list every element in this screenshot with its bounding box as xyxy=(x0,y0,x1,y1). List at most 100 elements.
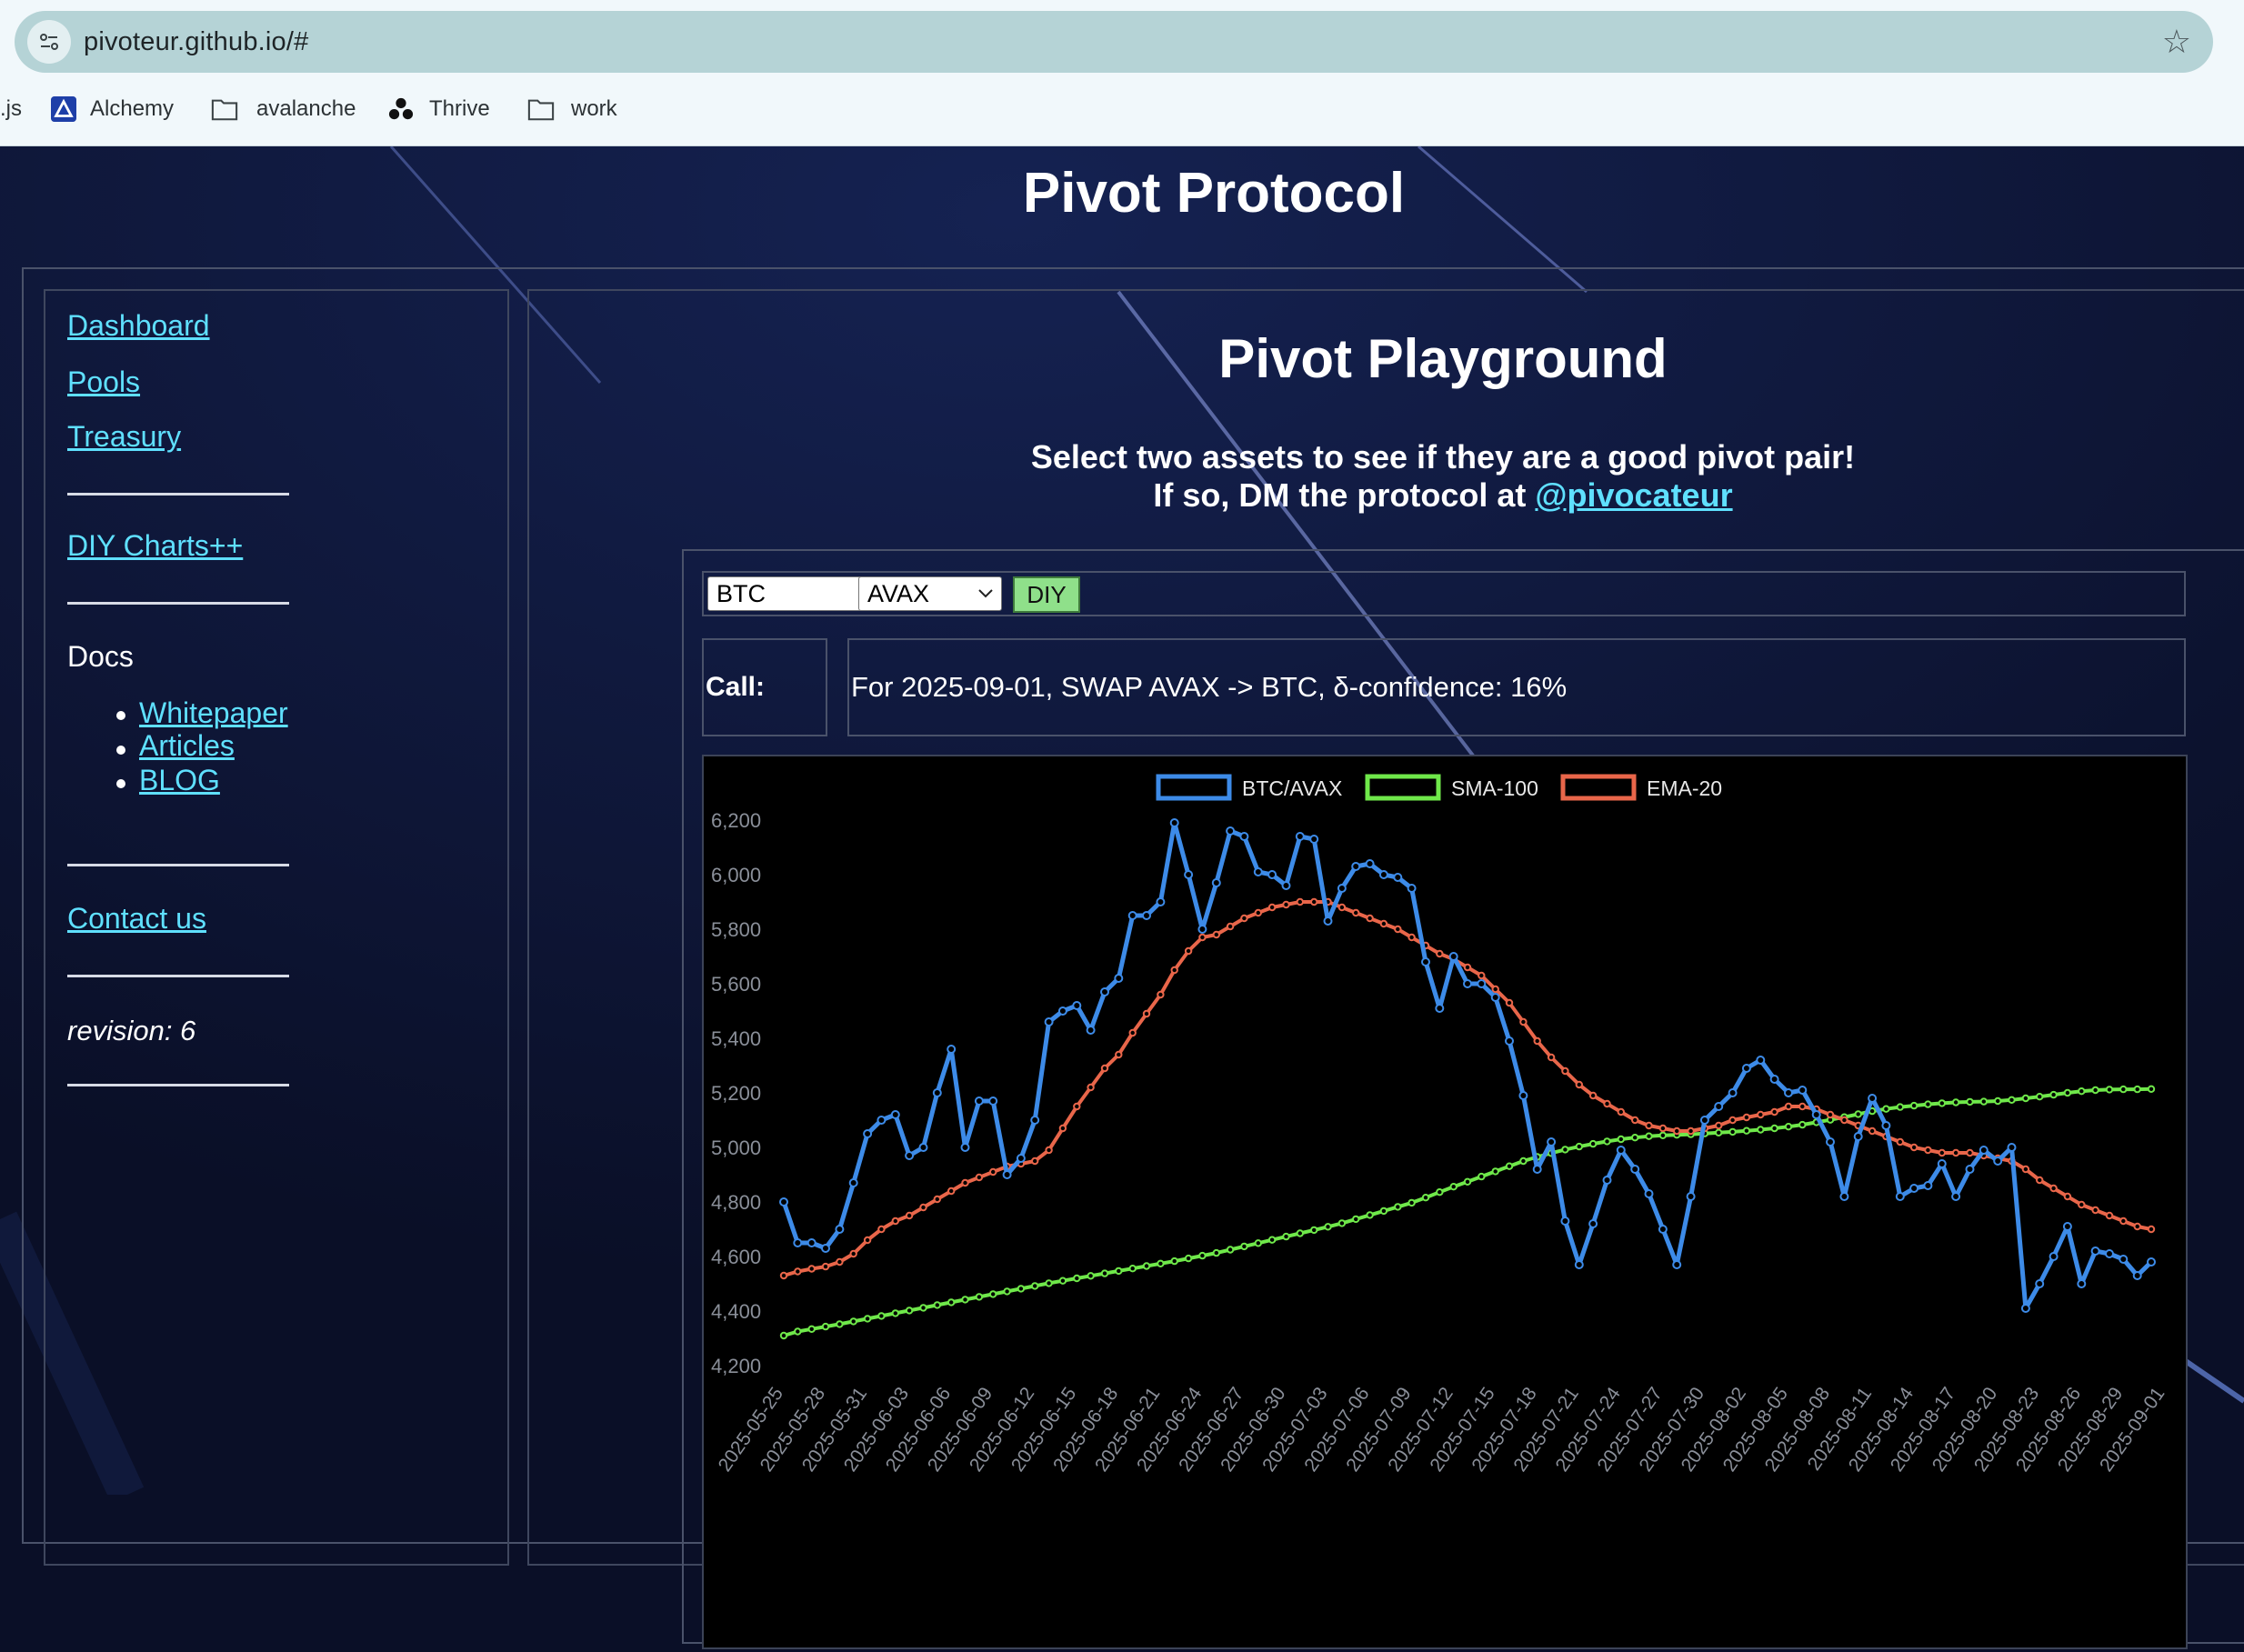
data-point xyxy=(1699,1116,1709,1125)
data-point xyxy=(863,1129,873,1138)
nav-link-contact[interactable]: Contact us xyxy=(67,902,206,936)
data-point xyxy=(2132,1271,2142,1280)
data-point xyxy=(1882,1105,1890,1113)
data-point xyxy=(1421,1194,1430,1202)
data-point xyxy=(794,1267,802,1276)
data-point xyxy=(2021,1094,2030,1103)
data-point xyxy=(877,1312,886,1320)
data-point xyxy=(905,1211,914,1220)
data-point xyxy=(932,1088,942,1097)
data-point xyxy=(1784,1088,1793,1097)
data-point xyxy=(1966,1148,1974,1157)
folder-icon xyxy=(211,99,238,121)
data-point xyxy=(1309,835,1319,844)
data-point xyxy=(2007,1143,2017,1152)
y-tick-label: 5,600 xyxy=(711,973,761,996)
data-point xyxy=(961,1178,969,1187)
data-point xyxy=(1616,1146,1626,1155)
data-point xyxy=(1393,873,1403,882)
data-point xyxy=(1687,1126,1695,1136)
data-point xyxy=(2063,1088,2072,1097)
data-point xyxy=(1408,933,1416,942)
data-point xyxy=(1728,1088,1738,1097)
data-point xyxy=(1575,1080,1583,1089)
data-point xyxy=(947,1186,956,1196)
data-point xyxy=(1909,1143,1918,1152)
data-point xyxy=(807,1325,816,1333)
data-point xyxy=(807,1265,816,1273)
data-point xyxy=(849,1317,857,1326)
series-line-ema-20 xyxy=(783,900,2152,1277)
data-point xyxy=(1436,1188,1444,1196)
data-point xyxy=(1715,1121,1723,1130)
twitter-handle-link[interactable]: @pivocateur xyxy=(1535,476,1732,514)
data-point xyxy=(918,1143,928,1152)
asset-a-value: BTC xyxy=(716,580,766,607)
data-point xyxy=(2021,1165,2030,1174)
site-settings-icon[interactable] xyxy=(27,20,71,64)
playground-dm-line: If so, DM the protocol at @pivocateur xyxy=(529,476,2244,515)
data-point xyxy=(2063,1192,2072,1201)
data-point xyxy=(1505,998,1514,1007)
data-point xyxy=(877,1116,887,1125)
data-point xyxy=(1533,1036,1541,1046)
data-point xyxy=(1002,1170,1012,1179)
address-bar[interactable]: pivoteur.github.io/# ☆ xyxy=(15,11,2213,73)
data-point xyxy=(1114,974,1124,983)
data-point xyxy=(1086,1026,1096,1035)
data-point xyxy=(1337,1219,1347,1227)
doc-link-blog[interactable]: BLOG xyxy=(139,764,220,797)
data-point xyxy=(1378,870,1388,879)
data-point xyxy=(1044,1017,1054,1026)
bookmark-label: Thrive xyxy=(429,96,490,121)
data-point xyxy=(2049,1252,2059,1261)
data-point xyxy=(821,1322,830,1331)
data-point xyxy=(1282,900,1290,909)
data-point xyxy=(1267,870,1277,879)
data-point xyxy=(1436,949,1444,958)
data-point xyxy=(821,1262,830,1271)
diy-button[interactable]: DIY xyxy=(1013,576,1080,613)
list-bullet xyxy=(116,746,125,755)
asset-b-value: AVAX xyxy=(867,580,930,607)
data-point xyxy=(1561,1146,1569,1154)
data-point xyxy=(1602,1176,1612,1185)
data-point xyxy=(793,1238,803,1247)
y-tick-label: 5,800 xyxy=(711,918,761,941)
asset-b-select[interactable]: AVAX xyxy=(858,576,1002,611)
y-tick-label: 4,200 xyxy=(711,1355,761,1377)
data-point xyxy=(1157,1259,1165,1267)
url-text[interactable]: pivoteur.github.io/# xyxy=(84,11,308,73)
data-point xyxy=(2105,1086,2114,1094)
nav-link-dashboard[interactable]: Dashboard xyxy=(67,309,210,343)
data-point xyxy=(1672,1260,1682,1269)
data-point xyxy=(1212,1248,1220,1257)
data-point xyxy=(1478,971,1486,980)
nav-link-diy-charts[interactable]: DIY Charts++ xyxy=(67,529,243,563)
data-point xyxy=(863,1236,872,1245)
data-point xyxy=(2105,1249,2114,1258)
data-point xyxy=(1588,1139,1598,1148)
data-point xyxy=(1254,908,1262,917)
data-point xyxy=(1617,1107,1625,1116)
series-line-sma-100 xyxy=(783,1086,2152,1337)
data-point xyxy=(1993,1156,2003,1166)
data-point xyxy=(1100,1064,1109,1073)
docs-heading: Docs xyxy=(67,640,134,673)
data-point xyxy=(1868,1126,1877,1136)
data-point xyxy=(1937,1159,1947,1168)
data-point xyxy=(1226,826,1236,836)
nav-link-pools[interactable]: Pools xyxy=(67,365,140,399)
data-point xyxy=(1408,1198,1416,1207)
data-point xyxy=(1519,1017,1528,1026)
bookmark-star-icon[interactable]: ☆ xyxy=(2162,22,2191,62)
revision-label: revision: 6 xyxy=(67,1015,196,1046)
data-point xyxy=(848,1178,858,1187)
nav-link-treasury[interactable]: Treasury xyxy=(67,420,181,454)
doc-link-articles[interactable]: Articles xyxy=(139,729,235,763)
doc-link-whitepaper[interactable]: Whitepaper xyxy=(139,696,288,730)
data-point xyxy=(989,1290,997,1298)
divider xyxy=(67,602,289,605)
data-point xyxy=(1924,1100,1932,1108)
data-point xyxy=(933,1301,941,1309)
